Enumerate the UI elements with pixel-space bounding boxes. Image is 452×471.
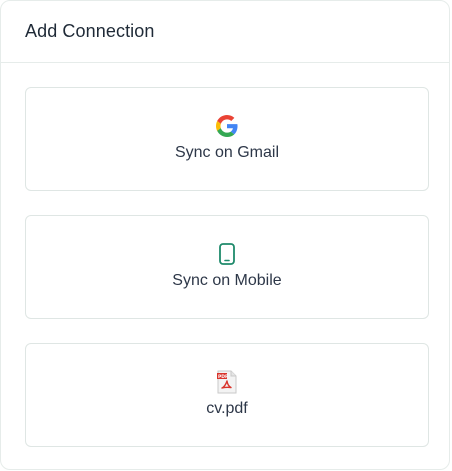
option-label: cv.pdf [206, 400, 248, 417]
google-icon [215, 114, 239, 138]
cv-pdf-option[interactable]: PDF cv.pdf [25, 343, 429, 447]
sync-gmail-option[interactable]: Sync on Gmail [25, 87, 429, 191]
add-connection-card: Add Connection Sync on Gmail Sync on Mob… [0, 0, 450, 470]
sync-mobile-option[interactable]: Sync on Mobile [25, 215, 429, 319]
connection-options: Sync on Gmail Sync on Mobile PDF cv.pdf [25, 87, 429, 471]
pdf-file-icon: PDF [215, 370, 239, 394]
option-label: Sync on Gmail [174, 144, 280, 161]
option-label: Sync on Mobile [172, 272, 282, 289]
mobile-phone-icon [215, 242, 239, 266]
card-header: Add Connection [1, 1, 449, 63]
svg-text:PDF: PDF [218, 374, 228, 380]
card-title: Add Connection [25, 21, 155, 41]
